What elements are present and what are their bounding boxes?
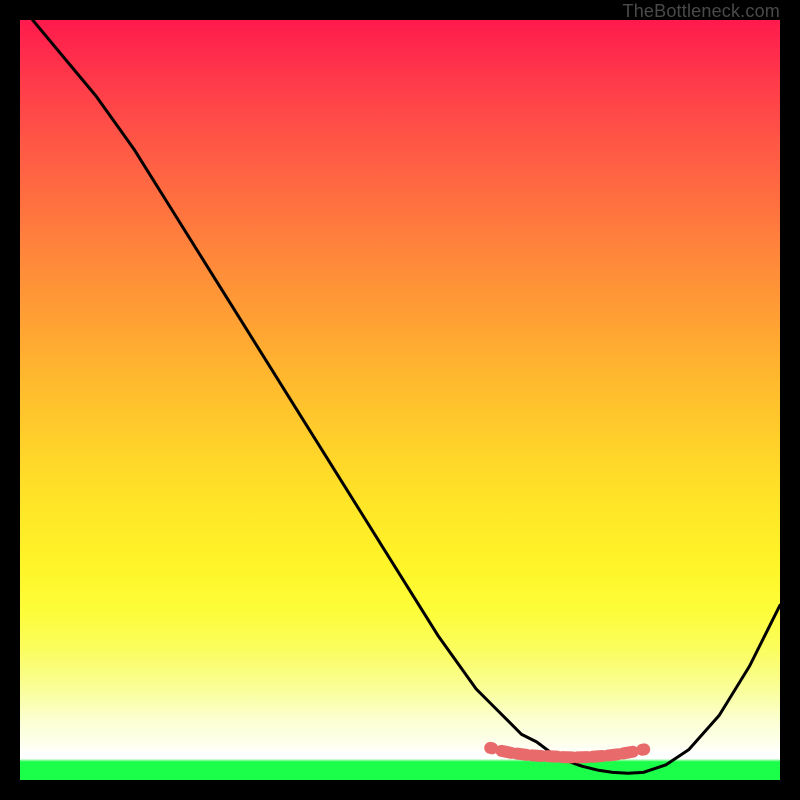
plot-area — [20, 20, 780, 780]
bottleneck-curve — [20, 20, 780, 773]
curve-layer — [20, 20, 780, 773]
chart-frame: TheBottleneck.com — [0, 0, 800, 800]
marker-layer — [483, 741, 651, 764]
chart-svg — [20, 20, 780, 780]
marker-dash — [616, 745, 640, 761]
watermark-text: TheBottleneck.com — [623, 1, 780, 22]
